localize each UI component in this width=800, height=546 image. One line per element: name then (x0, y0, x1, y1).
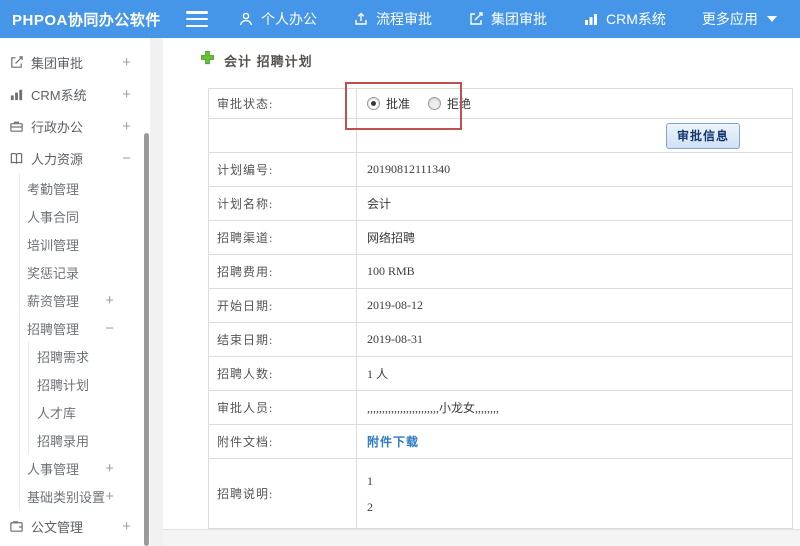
main-area: 会计 招聘计划 审批状态: 批准 拒绝 审批信息 计划编号: 201908121… (150, 38, 800, 546)
attachment-row: 附件文档: 附件下载 (208, 424, 793, 459)
expand-toggle[interactable]: + (122, 86, 150, 103)
bar-chart-icon (583, 11, 599, 27)
nav-process-approval[interactable]: 流程审批 (353, 9, 432, 29)
caret-down-icon (766, 16, 777, 22)
field-value: 2019-08-12 (356, 288, 793, 323)
description-line: 2 (367, 499, 373, 514)
approval-info-button[interactable]: 审批信息 (665, 122, 740, 149)
sidebar-item-vehicle-mgmt[interactable]: 用车管理 + (0, 542, 150, 546)
table-row: 招聘渠道: 网络招聘 (208, 220, 793, 255)
field-value: 20190812111340 (356, 152, 793, 187)
field-label: 开始日期: (208, 288, 357, 323)
sidebar-item-admin-office[interactable]: 行政办公 + (0, 110, 150, 142)
field-value: 1 人 (356, 356, 793, 391)
field-label: 审批状态: (208, 88, 357, 119)
sidebar-item-base-category[interactable]: 基础类别设置 + (20, 482, 150, 510)
table-row: 计划名称: 会计 (208, 186, 793, 221)
field-label: 招聘人数: (208, 356, 357, 391)
recruit-submenu: 招聘需求 招聘计划 人才库 招聘录用 (28, 342, 150, 454)
sidebar-item-training[interactable]: 培训管理 (20, 230, 150, 258)
radio-approve[interactable] (367, 97, 380, 110)
expand-toggle[interactable]: + (122, 118, 150, 135)
sidebar-item-document-mgmt[interactable]: 公文管理 + (0, 510, 150, 542)
edit-square-icon (468, 11, 484, 27)
table-row: 招聘费用: 100 RMB (208, 254, 793, 289)
top-nav: 个人办公 流程审批 集团审批 CRM系统 更多应用 (238, 9, 777, 29)
folder-icon (8, 519, 24, 534)
sidebar-item-salary[interactable]: 薪资管理 + (20, 286, 150, 314)
nav-crm-system[interactable]: CRM系统 (583, 9, 666, 29)
expand-toggle[interactable]: + (122, 54, 150, 71)
bottom-strip (163, 529, 800, 546)
description-line: 1 (367, 473, 373, 488)
approve-radio-option[interactable]: 批准 (367, 95, 410, 112)
approval-status-row: 审批状态: 批准 拒绝 (208, 88, 793, 119)
table-row: 开始日期: 2019-08-12 (208, 288, 793, 323)
sidebar-item-attendance[interactable]: 考勤管理 (20, 174, 150, 202)
sidebar-item-reward-punishment[interactable]: 奖惩记录 (20, 258, 150, 286)
hamburger-menu-icon[interactable] (186, 11, 208, 27)
field-label: 审批人员: (208, 390, 357, 425)
sidebar-item-recruit-demand[interactable]: 招聘需求 (29, 342, 150, 370)
field-value: ,,,,,,,,,,,,,,,,,,,,,,,,小龙女,,,,,,,, (356, 390, 793, 425)
reject-radio-option[interactable]: 拒绝 (428, 95, 471, 112)
add-plus-icon (200, 50, 215, 70)
book-icon (8, 151, 24, 166)
sidebar-item-recruit-hire[interactable]: 招聘录用 (29, 426, 150, 454)
field-value: 100 RMB (356, 254, 793, 289)
nav-more-apps[interactable]: 更多应用 (702, 9, 777, 29)
table-row: 计划编号: 20190812111340 (208, 152, 793, 187)
nav-personal-office[interactable]: 个人办公 (238, 9, 317, 29)
empty-label-cell (208, 118, 357, 153)
sidebar-item-human-resources[interactable]: 人力资源 − (0, 142, 150, 174)
table-row: 招聘人数: 1 人 (208, 356, 793, 391)
field-value: 网络招聘 (356, 220, 793, 255)
table-row: 结束日期: 2019-08-31 (208, 322, 793, 357)
briefcase-icon (8, 119, 24, 134)
person-icon (238, 11, 254, 27)
field-label: 结束日期: (208, 322, 357, 357)
topbar: PHPOA协同办公软件 个人办公 流程审批 集团审批 CRM系统 更多应用 (0, 0, 800, 38)
field-label: 附件文档: (208, 424, 357, 459)
recruit-plan-form: 审批状态: 批准 拒绝 审批信息 计划编号: 20190812111340 计划… (208, 88, 793, 529)
field-label: 招聘渠道: (208, 220, 357, 255)
field-value: 2019-08-31 (356, 322, 793, 357)
attachment-download-link[interactable]: 附件下载 (367, 435, 419, 449)
edit-square-icon (8, 55, 24, 70)
sidebar-item-recruit-mgmt[interactable]: 招聘管理 − (20, 314, 150, 342)
field-label: 计划编号: (208, 152, 357, 187)
table-row: 审批人员: ,,,,,,,,,,,,,,,,,,,,,,,,小龙女,,,,,,,… (208, 390, 793, 425)
sidebar-item-group-approval[interactable]: 集团审批 + (0, 46, 150, 78)
sidebar-item-talent-pool[interactable]: 人才库 (29, 398, 150, 426)
sidebar-item-recruit-plan[interactable]: 招聘计划 (29, 370, 150, 398)
approval-button-row: 审批信息 (208, 118, 793, 153)
sidebar-item-hr-contract[interactable]: 人事合同 (20, 202, 150, 230)
field-label: 招聘说明: (208, 458, 357, 529)
field-label: 计划名称: (208, 186, 357, 221)
field-label: 招聘费用: (208, 254, 357, 289)
sidebar: 集团审批 + CRM系统 + 行政办公 + 人力资源 − 考勤管理 人事合同 培… (0, 38, 150, 546)
radio-reject[interactable] (428, 97, 442, 110)
field-value: 会计 (356, 186, 793, 221)
description-row: 招聘说明: 1 2 (208, 458, 793, 529)
sidebar-item-personnel-mgmt[interactable]: 人事管理 + (20, 454, 150, 482)
bar-chart-icon (8, 87, 24, 102)
sidebar-scrollbar[interactable] (144, 133, 149, 546)
nav-group-approval[interactable]: 集团审批 (468, 9, 547, 29)
sidebar-item-crm[interactable]: CRM系统 + (0, 78, 150, 110)
app-logo: PHPOA协同办公软件 (12, 11, 161, 29)
hr-submenu: 考勤管理 人事合同 培训管理 奖惩记录 薪资管理 + 招聘管理 − 招聘需求 招… (19, 174, 150, 510)
page-title: 会计 招聘计划 (200, 50, 313, 70)
content-panel: 会计 招聘计划 审批状态: 批准 拒绝 审批信息 计划编号: 201908121… (163, 38, 800, 546)
process-approval-icon (353, 11, 369, 27)
